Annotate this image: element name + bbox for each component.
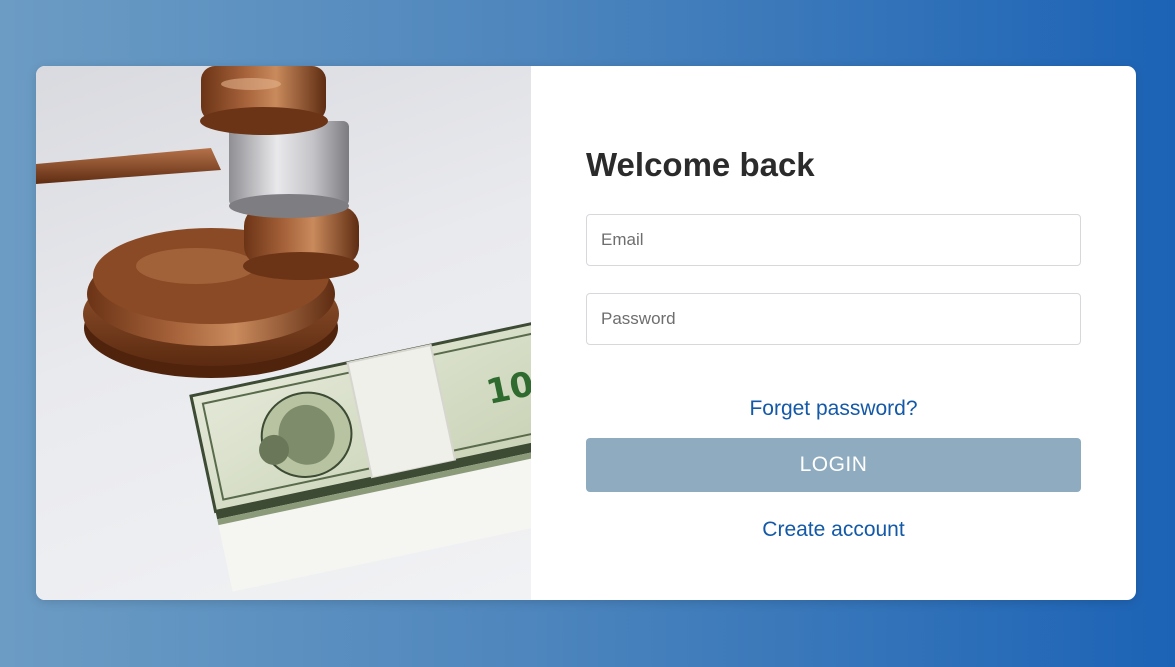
login-card: 100 Welcome back Forget password? LOGIN … <box>36 66 1136 600</box>
page-title: Welcome back <box>586 146 815 183</box>
create-account-link[interactable]: Create account <box>586 518 1081 542</box>
forgot-password-link[interactable]: Forget password? <box>586 397 1081 421</box>
gavel-money-illustration: 100 <box>36 66 531 592</box>
login-button[interactable]: LOGIN <box>586 438 1081 492</box>
email-field[interactable] <box>586 214 1081 266</box>
password-field[interactable] <box>586 293 1081 345</box>
login-form: Welcome back Forget password? LOGIN Crea… <box>531 66 1136 600</box>
hero-image: 100 <box>36 66 531 600</box>
